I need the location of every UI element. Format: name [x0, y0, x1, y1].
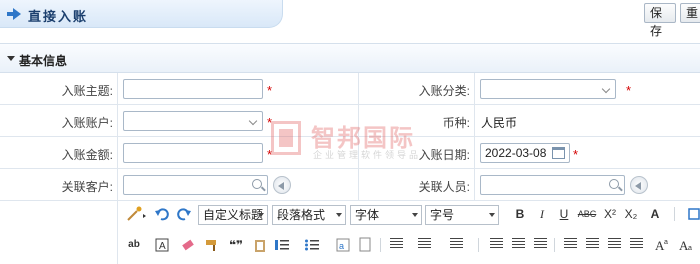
date-label: 入账日期:	[418, 148, 470, 162]
align-center-icon[interactable]	[586, 238, 599, 250]
required-mark: *	[267, 147, 273, 162]
form-row-subject: 入账主题: * 入账分类: *	[0, 73, 700, 105]
account-label: 入账账户:	[61, 116, 113, 130]
search-icon[interactable]	[609, 179, 619, 189]
ordered-list-icon[interactable]	[274, 236, 294, 254]
chevron-down-icon	[601, 84, 611, 94]
bold-button[interactable]: B	[514, 205, 526, 223]
paragraph-select[interactable]: 段落格式	[272, 205, 346, 225]
align-left-icon[interactable]	[564, 238, 577, 250]
subscript-button[interactable]: X₂	[623, 205, 639, 223]
search-icon[interactable]	[252, 179, 262, 189]
font-size-up-icon[interactable]: A a	[654, 236, 670, 254]
svg-text:a: a	[339, 241, 344, 251]
align-right-icon[interactable]	[608, 238, 621, 250]
paste-icon[interactable]	[252, 236, 268, 254]
customer-label: 关联客户:	[61, 180, 113, 194]
toolbar-row-2: ab A ❝❞ a A a A a	[118, 232, 700, 258]
align-justify-icon[interactable]	[630, 238, 643, 250]
format-painter-icon[interactable]	[204, 236, 220, 254]
person-label: 关联人员:	[418, 180, 470, 194]
redo-icon[interactable]	[176, 205, 192, 223]
paragraph-spacing-icon[interactable]	[418, 238, 431, 250]
quote-button[interactable]: ❝❞	[228, 236, 244, 254]
calendar-icon[interactable]	[552, 147, 565, 159]
required-mark: *	[267, 115, 273, 130]
page-header: 直接入账 保存 重	[0, 0, 700, 38]
clear-icon[interactable]	[273, 176, 291, 194]
amount-label: 入账金额:	[61, 148, 113, 162]
required-mark: *	[267, 83, 273, 98]
category-select[interactable]	[480, 79, 616, 99]
rtl-icon[interactable]	[512, 238, 525, 250]
clear-icon[interactable]	[630, 176, 648, 194]
undo-icon[interactable]	[154, 205, 170, 223]
underline-button[interactable]: U	[558, 205, 570, 223]
eraser-icon[interactable]	[180, 236, 196, 254]
image-icon[interactable]: a	[336, 236, 350, 254]
section-title: 基本信息	[19, 54, 68, 68]
italic-button[interactable]: I	[536, 205, 548, 223]
category-label: 入账分类:	[418, 84, 470, 98]
currency-value: 人民币	[481, 116, 518, 130]
save-button[interactable]: 保存	[644, 3, 676, 38]
line-height-icon[interactable]	[390, 238, 403, 250]
font-select[interactable]: 字体	[350, 205, 422, 225]
form-row-amount: 入账金额: * 入账日期: 2022-03-08 *	[0, 137, 700, 169]
background-color-button[interactable]: ab	[124, 236, 144, 254]
magic-wand-icon[interactable]	[126, 205, 148, 223]
subject-input[interactable]	[123, 79, 263, 99]
superscript-button[interactable]: X²	[602, 205, 618, 223]
reset-button[interactable]: 重	[680, 3, 700, 23]
indent-icon[interactable]	[450, 238, 463, 250]
form-row-related: 关联客户: 关联人员:	[0, 169, 700, 201]
ltr-icon[interactable]	[490, 238, 503, 250]
subject-label: 入账主题:	[61, 84, 113, 98]
currency-label: 币种:	[442, 116, 470, 130]
source-icon[interactable]	[688, 205, 700, 223]
text-box-icon[interactable]: A	[154, 236, 170, 254]
editor-toolbar: 自定义标题 段落格式 字体 字号 B I U ABC X² X₂ A ab A …	[118, 201, 700, 264]
svg-text:a: a	[688, 245, 692, 252]
font-color-button[interactable]: A	[645, 205, 665, 223]
heading-select[interactable]: 自定义标题	[198, 205, 268, 225]
toolbar-row-1: 自定义标题 段落格式 字体 字号 B I U ABC X² X₂ A	[118, 201, 700, 227]
amount-input[interactable]	[123, 143, 263, 163]
form-row-account: 入账账户: * 币种: 人民币	[0, 105, 700, 137]
document-icon[interactable]	[358, 236, 372, 254]
arrow-right-icon	[7, 8, 21, 20]
required-mark: *	[626, 83, 632, 98]
svg-text:a: a	[664, 239, 668, 246]
required-mark: *	[573, 147, 579, 162]
size-select[interactable]: 字号	[425, 205, 499, 225]
page-title-tab: 直接入账	[0, 0, 283, 28]
section-basic-info[interactable]: 基本信息	[0, 43, 700, 73]
svg-text:A: A	[159, 241, 166, 252]
person-input[interactable]	[480, 175, 625, 195]
chevron-down-icon	[248, 116, 258, 126]
customer-input[interactable]	[123, 175, 268, 195]
clear-format-icon[interactable]	[534, 238, 547, 250]
account-select[interactable]	[123, 111, 263, 131]
unordered-list-icon[interactable]	[304, 236, 324, 254]
date-input[interactable]: 2022-03-08	[480, 143, 570, 163]
page-title: 直接入账	[28, 9, 89, 24]
strikethrough-button[interactable]: ABC	[576, 205, 598, 223]
date-value: 2022-03-08	[485, 146, 547, 160]
font-size-down-icon[interactable]: A a	[678, 236, 694, 254]
collapse-triangle-icon	[7, 56, 15, 61]
